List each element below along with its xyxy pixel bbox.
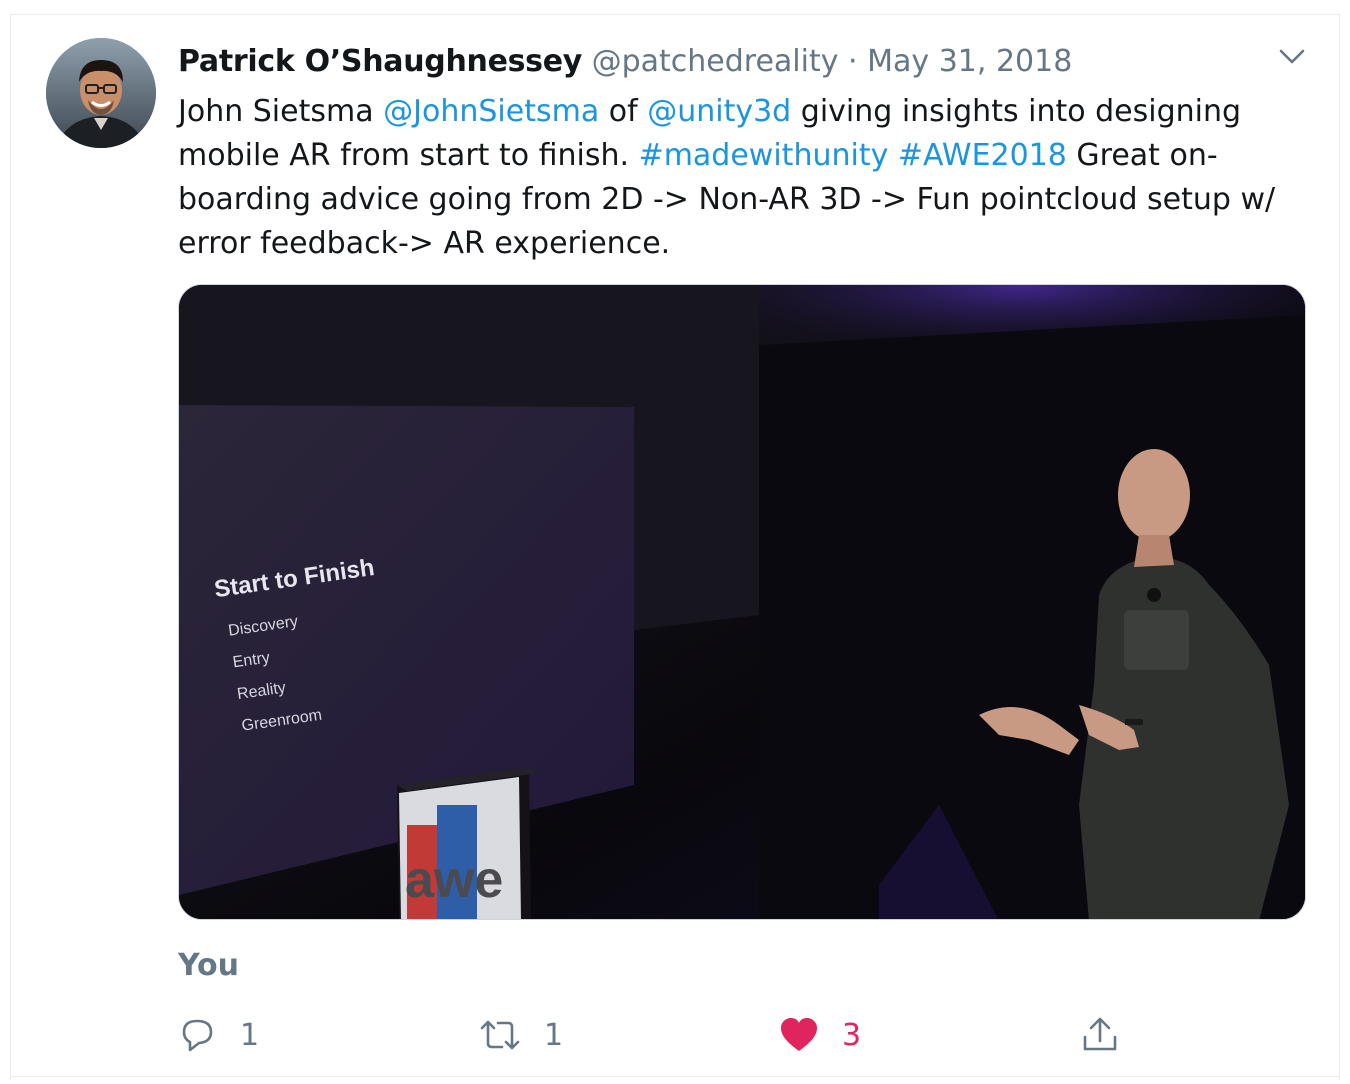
reply-button[interactable]: 1: [178, 1010, 259, 1060]
podium-logo: awe: [405, 851, 503, 909]
retweet-button[interactable]: 1: [478, 1010, 563, 1060]
tweet-media-photo[interactable]: Start to Finish Discovery Entry Reality …: [178, 284, 1306, 920]
social-context-label: You: [178, 948, 239, 983]
mention-link[interactable]: @JohnSietsma: [383, 94, 599, 129]
tweet-header: Patrick O’Shaughnessey @patchedreality ·…: [178, 40, 1072, 84]
author-name[interactable]: Patrick O’Shaughnessey: [178, 44, 582, 79]
hashtag-link[interactable]: #madewithunity: [639, 138, 889, 173]
like-button[interactable]: 3: [778, 1010, 861, 1060]
header-separator: ·: [848, 44, 858, 79]
retweet-icon: [480, 1020, 520, 1050]
card-divider: [10, 1076, 1340, 1077]
tweet-actions: 1 1 3: [178, 1010, 1308, 1060]
mention-link[interactable]: @unity3d: [647, 94, 791, 129]
tweet-date[interactable]: May 31, 2018: [867, 44, 1072, 79]
like-count: 3: [842, 1017, 862, 1053]
tweet-text: John Sietsma @JohnSietsma of @unity3d gi…: [178, 90, 1308, 266]
hashtag-link[interactable]: #AWE2018: [898, 138, 1067, 173]
author-avatar[interactable]: [46, 38, 156, 148]
tweet-text-segment: of: [599, 94, 648, 129]
heart-icon: [781, 1018, 817, 1051]
podium-graphic: awe: [397, 767, 539, 919]
tweet-text-segment: [888, 138, 898, 173]
reply-count: 1: [240, 1017, 260, 1053]
share-button[interactable]: [1080, 1010, 1120, 1060]
retweet-count: 1: [544, 1017, 564, 1053]
chevron-down-icon[interactable]: [1276, 42, 1308, 72]
author-handle[interactable]: @patchedreality: [592, 44, 839, 79]
reply-icon: [182, 1019, 213, 1052]
tweet-text-segment: John Sietsma: [178, 94, 384, 129]
share-icon: [1083, 1017, 1117, 1051]
